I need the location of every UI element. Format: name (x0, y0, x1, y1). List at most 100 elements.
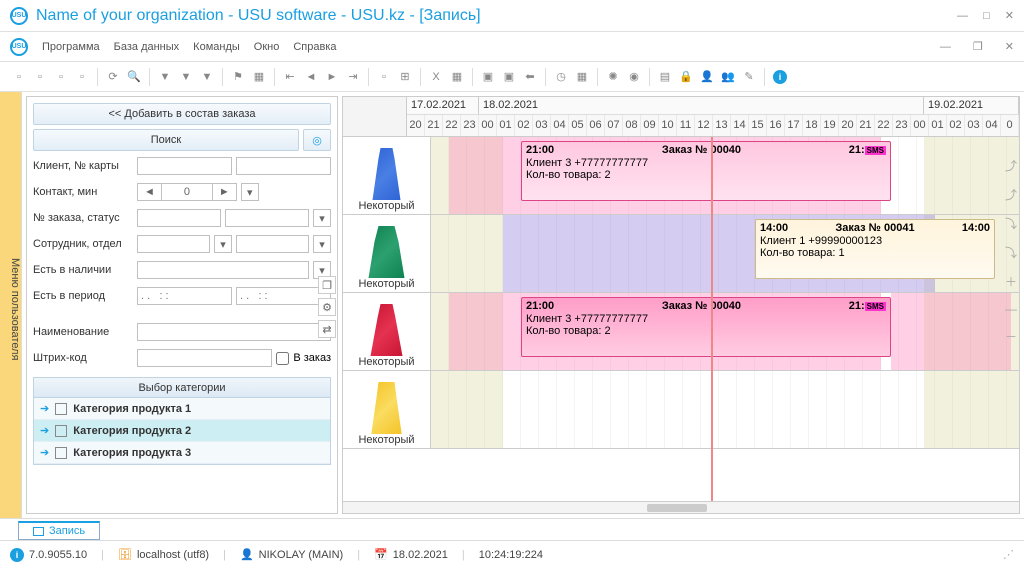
tool-lock-icon[interactable]: 🔒 (677, 68, 695, 86)
mdi-restore-icon[interactable]: ❐ (973, 40, 983, 53)
timeline-grid[interactable]: 21:00Заказ № 0004021:SMS Клиент 3 +77777… (431, 137, 1019, 501)
tool-clock-icon[interactable]: ◷ (552, 68, 570, 86)
contact-value[interactable]: 0 (162, 183, 212, 201)
tool-chart-icon[interactable]: ▦ (448, 68, 466, 86)
menu-window[interactable]: Окно (254, 41, 280, 53)
title-bar: USU Name of your organization - USU soft… (0, 0, 1024, 32)
event-order-40b[interactable]: 21:00Заказ № 0004021:SMS Клиент 3 +77777… (521, 297, 891, 357)
user-menu-tab[interactable]: Меню пользователя (0, 92, 22, 518)
info-icon[interactable]: i (10, 548, 24, 562)
cat-checkbox[interactable] (55, 425, 67, 437)
day-header-2[interactable]: 18.02.2021 (479, 97, 924, 114)
status-dd-icon[interactable]: ▾ (313, 209, 331, 227)
tab-record[interactable]: Запись (18, 521, 100, 540)
search-target-icon[interactable]: ◎ (303, 129, 331, 151)
barcode-input[interactable] (137, 349, 272, 367)
tool-tree-icon[interactable]: ⊞ (396, 68, 414, 86)
contact-next-icon[interactable]: ► (212, 183, 237, 201)
name-input[interactable] (137, 323, 331, 341)
tool-import-icon[interactable]: ▫ (375, 68, 393, 86)
add-to-order-button[interactable]: << Добавить в состав заказа (33, 103, 331, 125)
instock-input[interactable] (137, 261, 309, 279)
vtool-zoomout-icon[interactable]: － (1005, 328, 1017, 345)
menu-help[interactable]: Справка (293, 41, 336, 53)
vtool-mid-icon[interactable]: — (1005, 302, 1017, 316)
mdi-close-icon[interactable]: ✕ (1005, 40, 1014, 53)
resource-cell-3[interactable]: Некоторый (343, 293, 431, 371)
dept-dd-icon[interactable]: ▾ (313, 235, 331, 253)
menu-program[interactable]: Программа (42, 41, 100, 53)
day-header-1[interactable]: 17.02.2021 (407, 97, 479, 114)
status-bar: i7.0.9055.10 | 🗄localhost (utf8) | 👤NIKO… (0, 540, 1024, 568)
tool-gear-icon[interactable]: ✺ (604, 68, 622, 86)
tool-window1-icon[interactable]: ▣ (479, 68, 497, 86)
period-to-input[interactable] (236, 287, 331, 305)
tool-calendar-icon[interactable]: ▦ (573, 68, 591, 86)
card-input[interactable] (236, 157, 331, 175)
tool-copy-icon[interactable]: ▫ (73, 68, 91, 86)
close-icon[interactable]: ✕ (1005, 10, 1014, 22)
side-copy-icon[interactable]: ❐ (318, 276, 336, 294)
tool-user1-icon[interactable]: 👤 (698, 68, 716, 86)
tool-search-icon[interactable]: 🔍 (125, 68, 143, 86)
contact-dd-icon[interactable]: ▾ (241, 183, 259, 201)
search-button[interactable]: Поиск (33, 129, 299, 151)
resource-cell-2[interactable]: Некоторый (343, 215, 431, 293)
vtool-down-icon[interactable]: ⤵ (1005, 215, 1017, 232)
employee-dd-icon[interactable]: ▾ (214, 235, 232, 253)
resource-cell-4[interactable]: Некоторый (343, 371, 431, 449)
tool-new-icon[interactable]: ▫ (10, 68, 28, 86)
tool-user2-icon[interactable]: 👥 (719, 68, 737, 86)
event-order-40[interactable]: 21:00Заказ № 0004021:SMS Клиент 3 +77777… (521, 141, 891, 201)
menu-commands[interactable]: Команды (193, 41, 240, 53)
tool-edit-icon[interactable]: ✎ (740, 68, 758, 86)
tool-nav-first-icon[interactable]: ⇤ (281, 68, 299, 86)
side-gear-icon[interactable]: ⚙ (318, 298, 336, 316)
vtool-down2-icon[interactable]: ⤵ (1005, 244, 1017, 261)
period-from-input[interactable] (137, 287, 232, 305)
tool-exit-icon[interactable]: ⬅ (521, 68, 539, 86)
resize-grip-icon[interactable]: ⋰ (1003, 548, 1014, 561)
h-scrollbar[interactable] (343, 501, 1019, 513)
contact-prev-icon[interactable]: ◄ (137, 183, 162, 201)
tool-image-icon[interactable]: ▦ (250, 68, 268, 86)
vtool-zoomin-icon[interactable]: ＋ (1005, 273, 1017, 290)
side-link-icon[interactable]: ⇄ (318, 320, 336, 338)
tab-bar: Запись (0, 518, 1024, 540)
tool-flag-icon[interactable]: ⚑ (229, 68, 247, 86)
maximize-icon[interactable]: □ (983, 10, 990, 22)
tool-color-icon[interactable]: ◉ (625, 68, 643, 86)
vtool-up-icon[interactable]: ⤴ (1005, 157, 1017, 174)
day-header-3[interactable]: 19.02.2021 (924, 97, 1019, 114)
client-input[interactable] (137, 157, 232, 175)
minimize-icon[interactable]: — (957, 10, 968, 22)
menu-database[interactable]: База данных (114, 41, 180, 53)
tool-filter2-icon[interactable]: ▼ (177, 68, 195, 86)
category-row-1[interactable]: ➔ Категория продукта 1 (34, 398, 330, 420)
tool-rss-icon[interactable]: ▤ (656, 68, 674, 86)
tool-refresh-icon[interactable]: ⟳ (104, 68, 122, 86)
dept-input[interactable] (236, 235, 309, 253)
status-input[interactable] (225, 209, 309, 227)
tool-excel-icon[interactable]: X (427, 68, 445, 86)
tool-nav-last-icon[interactable]: ⇥ (344, 68, 362, 86)
tool-nav-prev-icon[interactable]: ◄ (302, 68, 320, 86)
tool-filter-icon[interactable]: ▼ (156, 68, 174, 86)
tool-filter3-icon[interactable]: ▼ (198, 68, 216, 86)
mdi-minimize-icon[interactable]: — (940, 41, 951, 53)
event-order-41[interactable]: 14:00Заказ № 0004114:00 Клиент 1 +999900… (755, 219, 995, 279)
category-row-2[interactable]: ➔ Категория продукта 2 (34, 420, 330, 442)
employee-input[interactable] (137, 235, 210, 253)
tool-save-icon[interactable]: ▫ (52, 68, 70, 86)
resource-cell-1[interactable]: Некоторый (343, 137, 431, 215)
order-num-input[interactable] (137, 209, 221, 227)
cat-checkbox[interactable] (55, 447, 67, 459)
cat-checkbox[interactable] (55, 403, 67, 415)
tool-info-icon[interactable]: i (771, 68, 789, 86)
tool-window2-icon[interactable]: ▣ (500, 68, 518, 86)
vtool-up2-icon[interactable]: ⤴ (1005, 186, 1017, 203)
tool-open-icon[interactable]: ▫ (31, 68, 49, 86)
category-row-3[interactable]: ➔ Категория продукта 3 (34, 442, 330, 464)
in-order-checkbox[interactable] (276, 352, 289, 365)
tool-nav-next-icon[interactable]: ► (323, 68, 341, 86)
